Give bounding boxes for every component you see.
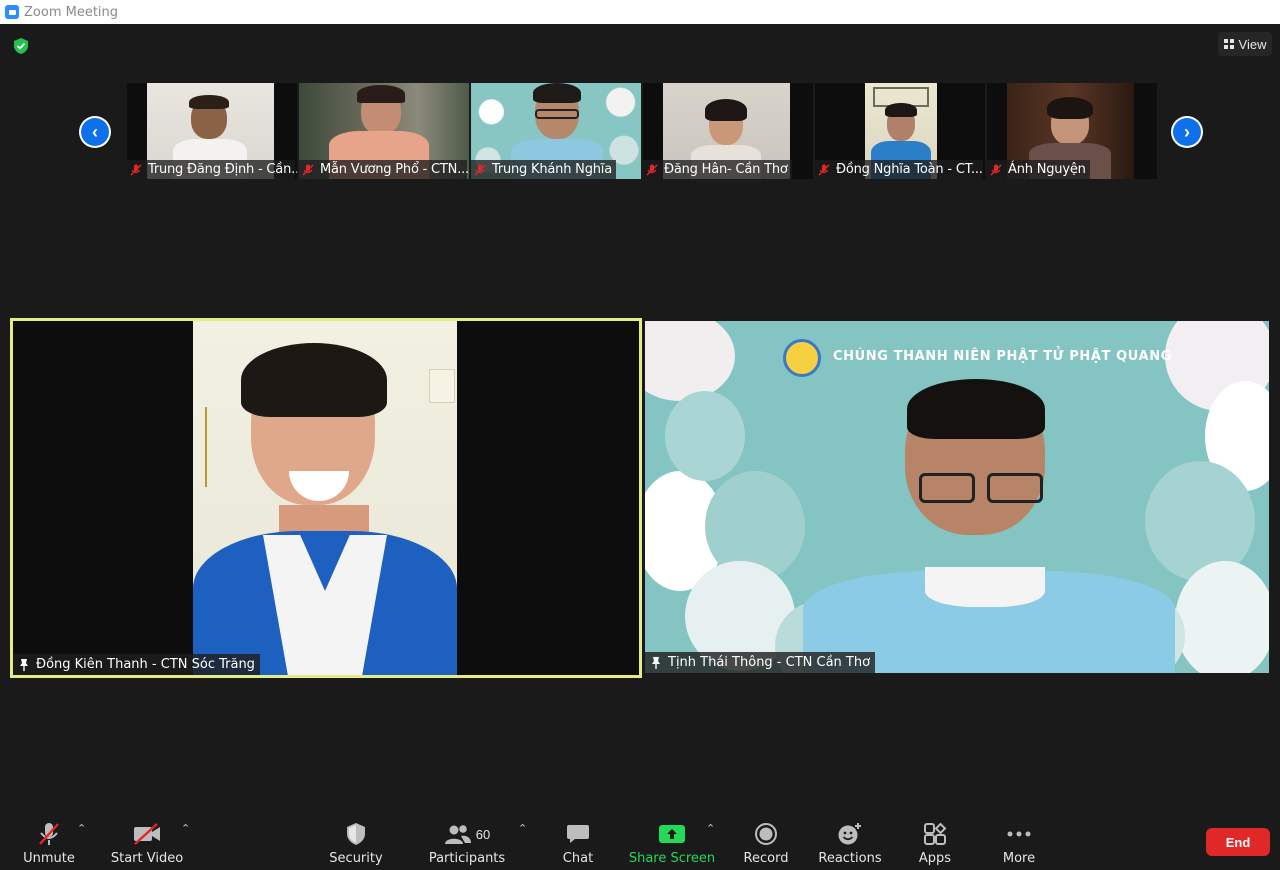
share-screen-icon xyxy=(659,825,685,843)
reactions-button[interactable]: Reactions xyxy=(802,820,898,866)
participant-name: Đăng Hân- Cần Thơ xyxy=(664,162,788,177)
participant-tile[interactable]: Trung Đăng Định - Cần... xyxy=(127,83,297,179)
audio-options-caret[interactable]: ⌃ xyxy=(77,822,86,835)
chat-icon xyxy=(567,825,589,843)
zoom-app-icon xyxy=(5,5,19,19)
participant-namebar: Mẫn Vương Phổ - CTN... xyxy=(299,160,469,179)
participants-options-caret[interactable]: ⌃ xyxy=(518,822,527,835)
speaker-video xyxy=(193,321,457,675)
speaker-namebar: Đồng Kiên Thanh - CTN Sóc Trăng xyxy=(13,654,260,675)
view-label: View xyxy=(1238,36,1267,52)
participant-tile[interactable]: Trung Khánh Nghĩa xyxy=(471,83,641,179)
pin-icon xyxy=(20,659,28,671)
unmute-label: Unmute xyxy=(23,851,75,866)
participant-namebar: Đăng Hân- Cần Thơ xyxy=(643,160,792,179)
meeting-toolbar: Unmute ⌃ Start Video ⌃ Security 60 Parti… xyxy=(0,814,1280,870)
participant-namebar: Trung Đăng Định - Cần... xyxy=(127,160,297,179)
reactions-label: Reactions xyxy=(818,851,882,866)
view-button[interactable]: View xyxy=(1218,32,1272,56)
gallery-prev-button[interactable]: ‹ xyxy=(79,116,111,148)
apps-label: Apps xyxy=(918,851,952,866)
end-meeting-button[interactable]: End xyxy=(1206,828,1270,856)
pin-icon xyxy=(652,657,660,669)
gallery-next-button[interactable]: › xyxy=(1171,116,1203,148)
participant-name: Đồng Nghĩa Toàn - CT... xyxy=(836,162,983,177)
participant-namebar: Ánh Nguyện xyxy=(987,160,1090,179)
video-off-icon xyxy=(134,823,160,845)
shield-icon xyxy=(347,823,365,845)
chat-button[interactable]: Chat xyxy=(530,820,626,866)
participant-name: Trung Khánh Nghĩa xyxy=(492,162,612,177)
record-label: Record xyxy=(743,851,789,866)
chevron-right-icon: › xyxy=(1173,118,1201,146)
participant-count: 60 xyxy=(475,826,491,842)
share-options-caret[interactable]: ⌃ xyxy=(706,822,715,835)
speaker-name: Đồng Kiên Thanh - CTN Sóc Trăng xyxy=(36,657,255,672)
participant-namebar: Đồng Nghĩa Toàn - CT... xyxy=(815,160,983,179)
more-label: More xyxy=(1002,851,1036,866)
chevron-left-icon: ‹ xyxy=(81,118,109,146)
window-titlebar: Zoom Meeting xyxy=(0,0,1280,24)
participant-gallery-strip: Trung Đăng Định - Cần... Mẫn Vương Phổ -… xyxy=(127,83,1157,179)
start-video-label: Start Video xyxy=(110,851,184,866)
active-speaker-tile[interactable]: Đồng Kiên Thanh - CTN Sóc Trăng xyxy=(10,318,642,678)
security-label: Security xyxy=(329,851,383,866)
muted-mic-icon xyxy=(130,164,142,175)
more-icon xyxy=(1007,831,1031,837)
more-button[interactable]: More xyxy=(971,820,1067,866)
participant-tile[interactable]: Đồng Nghĩa Toàn - CT... xyxy=(815,83,985,179)
chat-label: Chat xyxy=(562,851,594,866)
video-options-caret[interactable]: ⌃ xyxy=(181,822,190,835)
participant-main-name: Tịnh Thái Thông - CTN Cần Thơ xyxy=(668,655,871,670)
participant-name: Ánh Nguyện xyxy=(1008,162,1086,177)
muted-mic-icon xyxy=(646,164,658,175)
reactions-icon xyxy=(838,823,861,845)
participants-icon xyxy=(444,825,471,844)
participant-name: Mẫn Vương Phổ - CTN... xyxy=(320,162,469,177)
share-screen-label: Share Screen xyxy=(628,851,716,866)
muted-mic-icon xyxy=(990,164,1002,175)
glasses xyxy=(919,473,1045,509)
participant-main-tile[interactable]: CHÚNG THANH NIÊN PHẬT TỬ PHẬT QUANG Tịnh… xyxy=(645,321,1269,673)
participant-name: Trung Đăng Định - Cần... xyxy=(148,162,297,177)
participant-main-namebar: Tịnh Thái Thông - CTN Cần Thơ xyxy=(645,652,876,673)
participant-namebar: Trung Khánh Nghĩa xyxy=(471,160,616,179)
record-icon xyxy=(755,823,777,845)
participant-tile[interactable]: Ánh Nguyện xyxy=(987,83,1157,179)
participant-tile[interactable]: Đăng Hân- Cần Thơ xyxy=(643,83,813,179)
participants-label: Participants xyxy=(428,851,506,866)
grid-view-icon xyxy=(1223,39,1234,49)
org-logo-icon xyxy=(783,339,821,377)
muted-mic-icon xyxy=(39,823,59,845)
background-banner: CHÚNG THANH NIÊN PHẬT TỬ PHẬT QUANG xyxy=(833,349,1172,364)
muted-mic-icon xyxy=(474,164,486,175)
muted-mic-icon xyxy=(302,164,314,175)
record-button[interactable]: Record xyxy=(718,820,814,866)
muted-mic-icon xyxy=(818,164,830,175)
shield-check-icon[interactable] xyxy=(12,37,30,55)
apps-icon xyxy=(924,822,947,845)
participant-tile[interactable]: Mẫn Vương Phổ - CTN... xyxy=(299,83,469,179)
window-title: Zoom Meeting xyxy=(24,4,119,20)
apps-button[interactable]: Apps xyxy=(887,820,983,866)
security-button[interactable]: Security xyxy=(308,820,404,866)
participants-button[interactable]: 60 Participants xyxy=(419,820,515,866)
